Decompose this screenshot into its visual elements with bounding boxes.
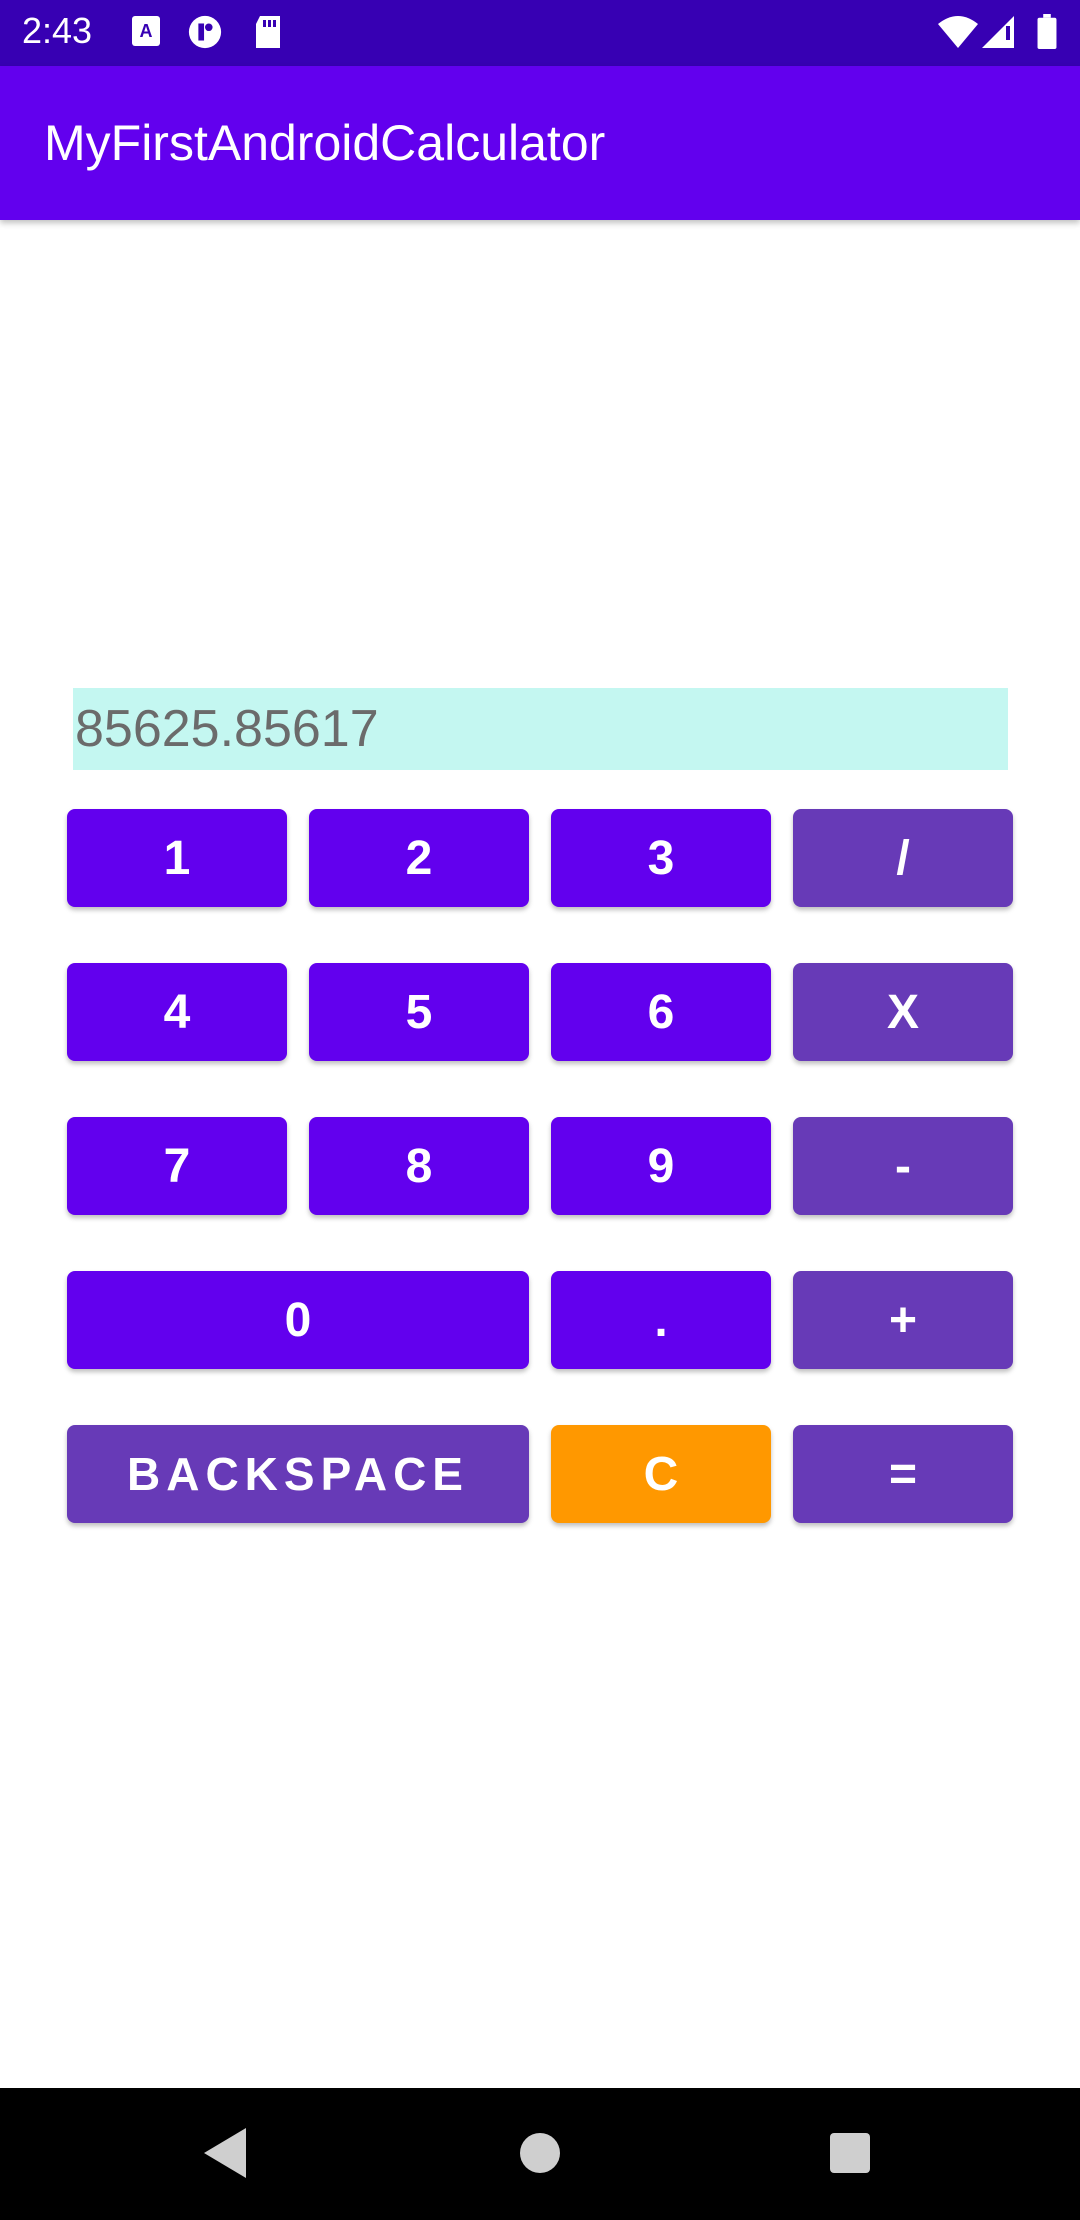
digit-0-button[interactable]: 0 [67, 1271, 529, 1369]
digit-2-button[interactable]: 2 [309, 809, 529, 907]
app-bar: MyFirstAndroidCalculator [0, 66, 1080, 220]
keyboard-a-icon: A [132, 16, 160, 46]
backspace-button[interactable]: BACKSPACE [67, 1425, 529, 1523]
result-display: 85625.85617 [73, 688, 1008, 770]
digit-5-button[interactable]: 5 [309, 963, 529, 1061]
home-icon[interactable] [518, 2124, 562, 2182]
digit-3-button[interactable]: 3 [551, 809, 771, 907]
status-bar: 2:43 A [0, 0, 1080, 66]
wifi-icon [938, 16, 978, 48]
app-title: MyFirstAndroidCalculator [44, 115, 606, 171]
multiply-button[interactable]: X [793, 963, 1013, 1061]
recents-icon[interactable] [828, 2124, 872, 2182]
cell-signal-icon [982, 16, 1014, 48]
sim-toolkit-icon [188, 15, 222, 49]
digit-4-button[interactable]: 4 [67, 963, 287, 1061]
navigation-bar [0, 2088, 1080, 2220]
clear-button[interactable]: C [551, 1425, 771, 1523]
digit-8-button[interactable]: 8 [309, 1117, 529, 1215]
decimal-button[interactable]: . [551, 1271, 771, 1369]
battery-icon [1037, 14, 1057, 50]
svg-text:A: A [140, 21, 153, 41]
digit-1-button[interactable]: 1 [67, 809, 287, 907]
digit-6-button[interactable]: 6 [551, 963, 771, 1061]
sd-card-icon [256, 16, 280, 48]
add-button[interactable]: + [793, 1271, 1013, 1369]
back-icon[interactable] [200, 2124, 250, 2182]
divide-button[interactable]: / [793, 809, 1013, 907]
status-time: 2:43 [22, 10, 93, 51]
digit-7-button[interactable]: 7 [67, 1117, 287, 1215]
equals-button[interactable]: = [793, 1425, 1013, 1523]
subtract-button[interactable]: - [793, 1117, 1013, 1215]
digit-9-button[interactable]: 9 [551, 1117, 771, 1215]
